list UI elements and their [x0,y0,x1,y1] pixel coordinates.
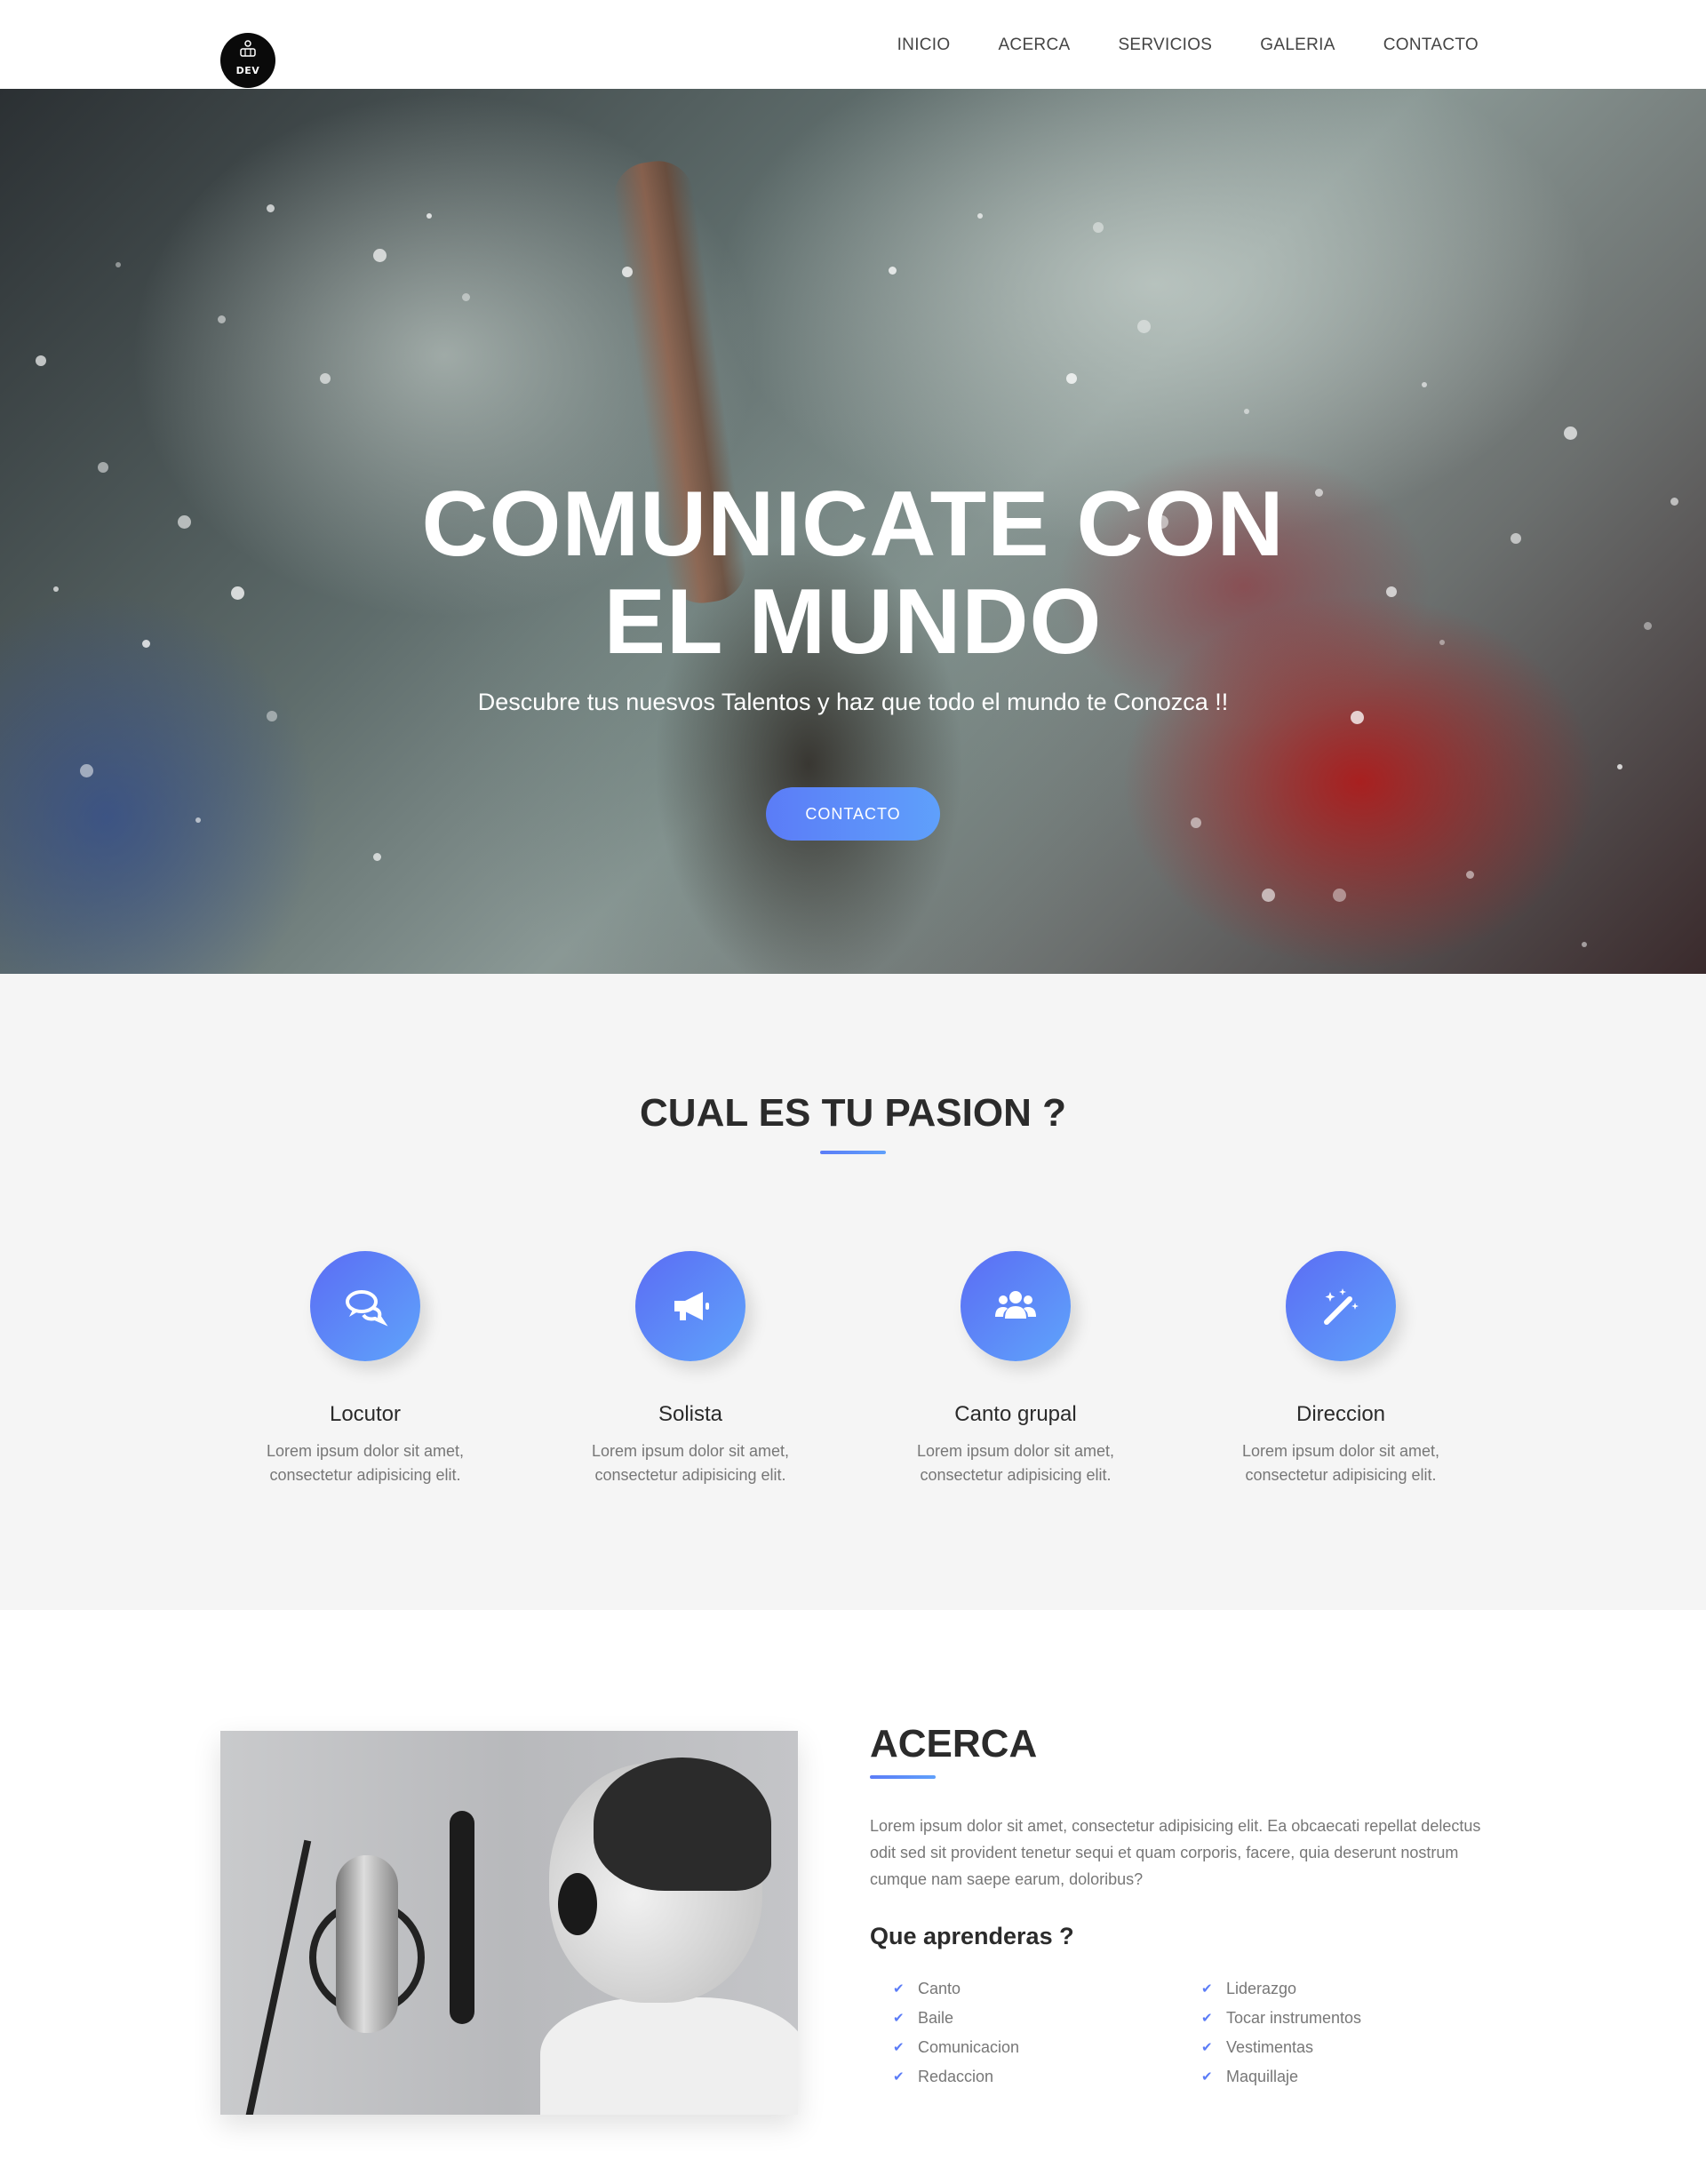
hero-section: COMUNICATE CON EL MUNDO Descubre tus nue… [0,89,1706,974]
boy-mouth-shape [558,1873,597,1935]
about-title: ACERCA [870,1722,1038,1766]
sparkle-dot [1066,373,1077,384]
logo-text: DEV [235,65,260,76]
sparkle-dot [267,204,275,212]
sparkle-dot [1333,889,1346,902]
service-description: Lorem ipsum dolor sit amet, consectetur … [916,1442,1115,1484]
about-section: ACERCA Lorem ipsum dolor sit amet, conse… [0,1610,1706,2184]
check-icon: ✔ [893,2040,905,2055]
sparkle-dot [36,355,46,366]
sparkle-dot [1191,817,1201,828]
contact-button[interactable]: CONTACTO [766,787,940,841]
about-subtitle: Que aprenderas ? [870,1923,1074,1949]
services-section: CUAL ES TU PASION ? Locutor Lorem ipsum … [0,974,1706,1610]
service-name: Canto grupal [954,1402,1077,1426]
mic-stand-shape [243,1839,312,2115]
list-item: ✔ Liderazgo [1178,1974,1463,2004]
hero-title-line1: COMUNICATE CON [421,473,1285,576]
user-group-icon [220,40,275,60]
nav-link-servicios[interactable]: SERVICIOS [1118,36,1212,55]
sparkle-dot [1262,889,1275,902]
check-icon: ✔ [893,1981,905,1997]
nav-link-inicio[interactable]: INICIO [897,36,951,55]
sparkle-dot [1093,222,1104,233]
pop-filter-shape [450,1811,474,2024]
service-name: Locutor [329,1402,402,1426]
sparkle-dot [218,315,226,323]
sparkle-dot [977,213,983,219]
sparkle-dot [1422,382,1427,387]
sparkle-dot [1582,942,1587,947]
nav-link-galeria[interactable]: GALERIA [1260,36,1335,55]
boy-hair-shape [594,1758,771,1891]
navbar: DEV INICIO ACERCA SERVICIOS GALERIA CONT… [0,0,1706,89]
list-item: ✔ Redaccion [870,2062,1154,2092]
list-item: ✔ Canto [870,1974,1154,2004]
check-icon: ✔ [1201,2011,1213,2026]
microphone-shape [336,1855,398,2033]
service-name: Direccion [1295,1402,1386,1426]
about-text: Lorem ipsum dolor sit amet, consectetur … [870,1817,1481,1888]
users-icon [961,1251,1071,1361]
list-item: ✔ Comunicacion [870,2033,1154,2062]
service-description: Lorem ipsum dolor sit amet, consectetur … [1241,1442,1440,1484]
sparkle-dot [1564,426,1577,440]
sparkle-dot [80,764,93,777]
sparkle-dot [373,249,387,262]
list-item: ✔ Vestimentas [1178,2033,1463,2062]
hero-title: COMUNICATE CON EL MUNDO [0,475,1706,671]
sparkle-dot [462,293,470,301]
logo[interactable]: DEV [220,33,275,88]
service-description: Lorem ipsum dolor sit amet, consectetur … [266,1442,465,1484]
list-item: ✔ Baile [870,2004,1154,2033]
magic-wand-icon [1286,1251,1396,1361]
bullhorn-icon [635,1251,745,1361]
sparkle-dot [320,373,331,384]
check-icon: ✔ [1201,1981,1213,1997]
check-icon: ✔ [1201,2040,1213,2055]
service-description: Lorem ipsum dolor sit amet, consectetur … [591,1442,790,1484]
boy-shirt-shape [540,1997,798,2115]
list-item: ✔ Maquillaje [1178,2062,1463,2092]
services-title: CUAL ES TU PASION ? [640,1091,1066,1135]
about-title-underline [870,1775,936,1779]
check-icon: ✔ [1201,2069,1213,2084]
sparkle-dot [195,817,201,823]
main-nav: INICIO ACERCA SERVICIOS GALERIA CONTACTO [849,36,1479,55]
sparkle-dot [1244,409,1249,414]
services-title-underline [820,1151,886,1154]
sparkle-dot [373,853,381,861]
sparkle-dot [426,213,432,219]
sparkle-dot [1466,871,1474,879]
sparkle-dot [1617,764,1622,769]
sparkle-dot [889,267,897,275]
nav-link-contacto[interactable]: CONTACTO [1383,36,1479,55]
nav-link-acerca[interactable]: ACERCA [998,36,1070,55]
learn-list-left: ✔ Canto ✔ Baile ✔ Comunicacion ✔ Redaccion [870,1974,1154,2092]
about-image-boy-singing [220,1731,798,2115]
check-icon: ✔ [893,2069,905,2084]
check-icon: ✔ [893,2011,905,2026]
comments-icon [310,1251,420,1361]
sparkle-dot [98,462,108,473]
sparkle-dot [1137,320,1151,333]
service-name: Solista [658,1402,723,1426]
hero-subtitle: Descubre tus nuesvos Talentos y haz que … [477,689,1229,715]
hero-title-line2: EL MUNDO [603,570,1103,674]
sparkle-dot [622,267,633,277]
learn-list-right: ✔ Liderazgo ✔ Tocar instrumentos ✔ Vestimen… [1178,1974,1463,2092]
sparkle-dot [116,262,121,267]
list-item: ✔ Tocar instrumentos [1178,2004,1463,2033]
